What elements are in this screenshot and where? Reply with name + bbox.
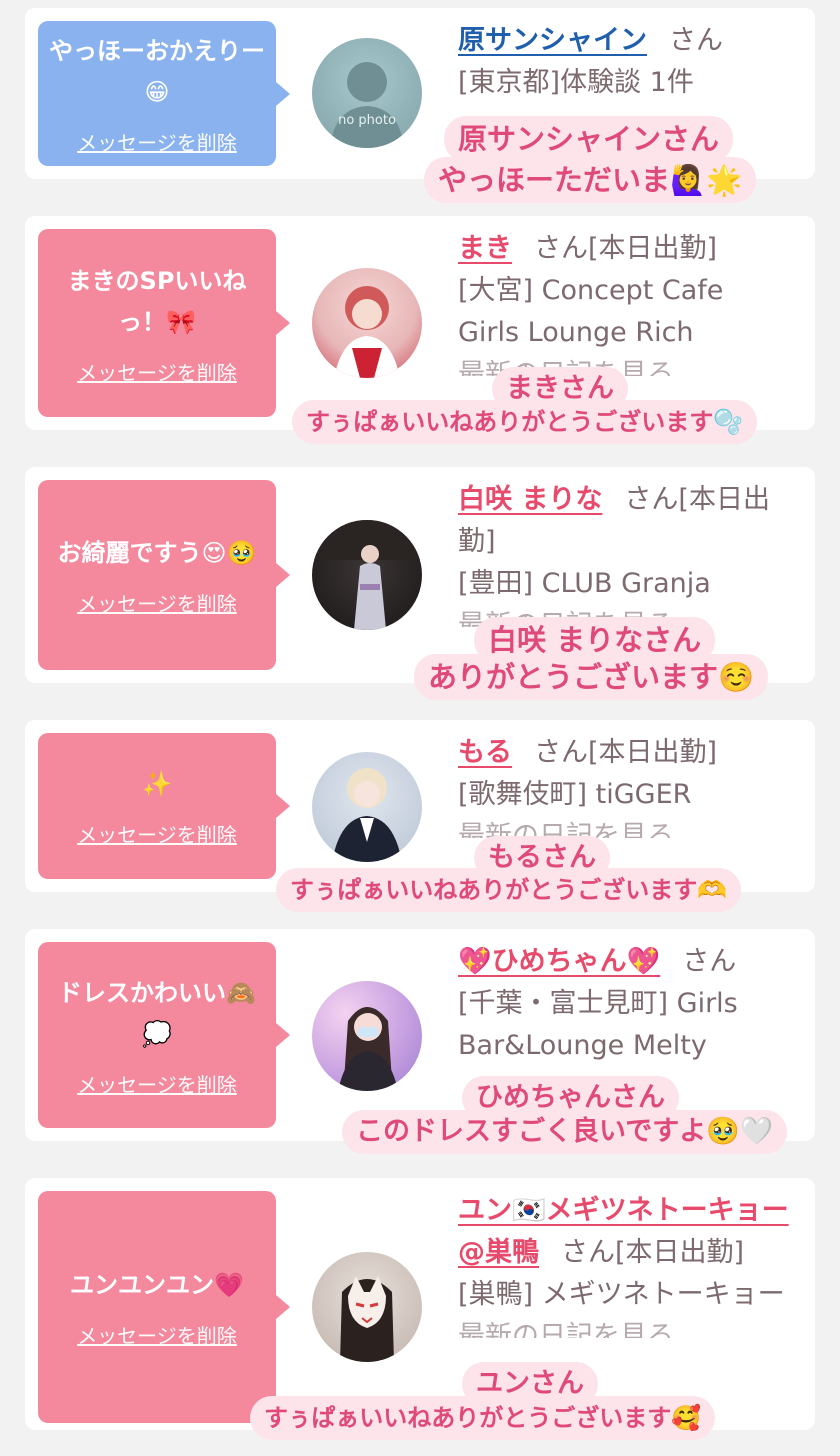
message-card: ✨ メッセージを削除 もる さん[本日出勤] [歌舞伎町] tiGGER 最新の日… — [25, 720, 815, 892]
caption-text: すぅぱぁいいねありがとうございます🥰 — [250, 1396, 716, 1440]
diary-link[interactable]: 最新の日記を見る — [458, 1316, 798, 1338]
name-suffix: さん — [669, 25, 723, 56]
sender-info: 白咲 まりなさん[本日出勤] [豊田] CLUB Granja 最新の日記を見る — [458, 479, 798, 627]
shop-line[interactable]: [豊田] CLUB Granja — [458, 563, 798, 605]
name-suffix: さん[本日出勤] — [534, 233, 718, 264]
sender-name-link[interactable]: もる — [458, 737, 512, 768]
name-suffix: さん — [682, 946, 737, 977]
message-bubble: まきのSPいいねっ！🎀 メッセージを削除 — [38, 229, 290, 417]
message-text: ドレスかわいい🙈💭 — [58, 978, 256, 1048]
message-bubble: やっほーおかえりー😁 メッセージを削除 — [38, 21, 290, 166]
sender-info: まき さん[本日出勤] [大宮] Concept Cafe Girls Loung… — [458, 228, 798, 376]
avatar[interactable] — [312, 1252, 422, 1362]
delete-message-link[interactable]: メッセージを削除 — [77, 127, 237, 156]
caption-text: ありがとうございます☺️ — [414, 654, 769, 700]
sender-name-link[interactable]: 白咲 まりな — [458, 484, 602, 515]
delete-message-link[interactable]: メッセージを削除 — [77, 819, 237, 848]
message-bubble: ドレスかわいい🙈💭 メッセージを削除 — [38, 942, 290, 1128]
avatar-photo-icon — [338, 1007, 398, 1091]
shop-line[interactable]: [千葉・富士見町] Girls — [458, 983, 798, 1025]
caption-text: やっほーただいま🙋‍♀️🌟 — [424, 157, 757, 203]
delete-message-link[interactable]: メッセージを削除 — [77, 588, 237, 617]
avatar-photo-icon — [340, 1276, 394, 1362]
message-bubble: ユンユンユン💗 メッセージを削除 — [38, 1191, 290, 1423]
avatar[interactable] — [312, 520, 422, 630]
avatar[interactable] — [312, 268, 422, 378]
shop-line[interactable]: [東京都]体験談 1件 — [458, 62, 798, 104]
name-suffix: さん[本日出勤] — [534, 737, 718, 768]
avatar-label: no photo — [338, 113, 396, 128]
message-text: やっほーおかえりー😁 — [49, 37, 265, 106]
sender-name-link[interactable]: まき — [458, 233, 512, 264]
sender-info: 原サンシャイン さん [東京都]体験談 1件 — [458, 20, 798, 104]
shop-line[interactable]: Girls Lounge Rich — [458, 312, 798, 354]
sender-info: もる さん[本日出勤] [歌舞伎町] tiGGER 最新の日記を見る — [458, 732, 798, 838]
avatar[interactable] — [312, 981, 422, 1091]
shop-line[interactable]: [大宮] Concept Cafe — [458, 270, 798, 312]
message-text: ✨ — [142, 770, 172, 798]
message-card: ユンユンユン💗 メッセージを削除 ユン🇰🇷メギツネトーキョー@巣鴨 さん[本日出勤… — [25, 1178, 815, 1430]
message-text: お綺麗ですう😍🥹 — [57, 539, 257, 567]
sender-info: 💖ひめちゃん💖 さん [千葉・富士見町] Girls Bar&Lounge Mel… — [458, 941, 798, 1067]
caption-text: このドレスすごく良いですよ🥹🤍 — [342, 1110, 788, 1154]
shop-line[interactable]: Bar&Lounge Melty — [458, 1025, 798, 1067]
caption-text: すぅぱぁいいねありがとうございます🫧 — [292, 400, 758, 444]
sender-name-link[interactable]: 💖ひめちゃん💖 — [458, 946, 660, 977]
message-bubble: ✨ メッセージを削除 — [38, 733, 290, 879]
caption-text: すぅぱぁいいねありがとうございます🫶 — [276, 868, 742, 912]
shop-line[interactable]: [歌舞伎町] tiGGER — [458, 774, 798, 816]
avatar[interactable] — [312, 752, 422, 862]
caption-name: 原サンシャインさん — [444, 116, 734, 162]
sender-info: ユン🇰🇷メギツネトーキョー@巣鴨 さん[本日出勤] [巣鴨] メギツネトーキョー … — [458, 1190, 798, 1338]
name-suffix: さん[本日出勤] — [561, 1237, 745, 1268]
no-photo-silhouette-icon: no photo — [330, 62, 404, 148]
sender-name-link[interactable]: 原サンシャイン — [458, 25, 647, 56]
shop-line[interactable]: [巣鴨] メギツネトーキョー — [458, 1274, 798, 1316]
delete-message-link[interactable]: メッセージを削除 — [77, 357, 237, 386]
diary-link[interactable]: 最新の日記を見る — [458, 816, 798, 838]
avatar[interactable]: no photo — [312, 38, 422, 148]
avatar-photo-icon — [332, 768, 402, 862]
message-bubble: お綺麗ですう😍🥹 メッセージを削除 — [38, 480, 290, 670]
delete-message-link[interactable]: メッセージを削除 — [77, 1320, 237, 1349]
message-card: まきのSPいいねっ！🎀 メッセージを削除 まき さん[本日出勤] [大宮] Con… — [25, 216, 815, 430]
avatar-photo-icon — [312, 520, 422, 630]
message-text: まきのSPいいねっ！🎀 — [67, 266, 247, 336]
delete-message-link[interactable]: メッセージを削除 — [77, 1069, 237, 1098]
avatar-photo-icon — [334, 286, 400, 378]
message-text: ユンユンユン💗 — [70, 1271, 244, 1299]
